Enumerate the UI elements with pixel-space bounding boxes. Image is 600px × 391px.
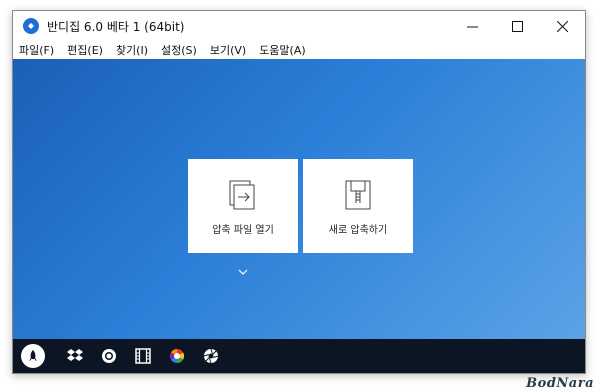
window-controls — [450, 11, 585, 41]
menu-edit[interactable]: 편집(E) — [67, 42, 103, 58]
title-bar: 반디집 6.0 베타 1 (64bit) — [13, 11, 585, 41]
main-area: 압축 파일 열기 새로 압축하기 — [13, 59, 585, 339]
open-archive-icon — [228, 179, 258, 215]
aperture-icon[interactable] — [201, 346, 221, 366]
bottom-toolbar — [13, 339, 585, 373]
open-archive-label: 압축 파일 열기 — [212, 225, 274, 236]
zip-file-icon — [343, 179, 373, 215]
menu-bar: 파일(F) 편집(E) 찾기(I) 설정(S) 보기(V) 도움말(A) — [13, 41, 585, 59]
new-archive-label: 새로 압축하기 — [328, 225, 388, 236]
menu-help[interactable]: 도움말(A) — [259, 42, 305, 58]
close-button[interactable] — [540, 11, 585, 41]
watermark-text: BodNara — [526, 376, 594, 391]
window-title: 반디집 6.0 베타 1 (64bit) — [47, 19, 185, 34]
menu-find[interactable]: 찾기(I) — [116, 42, 148, 58]
bandizip-icon — [23, 18, 39, 34]
menu-settings[interactable]: 설정(S) — [161, 42, 197, 58]
open-archive-button[interactable]: 압축 파일 열기 — [188, 159, 298, 253]
chevron-down-icon[interactable] — [238, 260, 248, 279]
menu-view[interactable]: 보기(V) — [210, 42, 246, 58]
minimize-button[interactable] — [450, 11, 495, 41]
app-window: 반디집 6.0 베타 1 (64bit) 파일(F) 편집(E) 찾기(I) 설… — [12, 10, 586, 374]
film-icon[interactable] — [133, 346, 153, 366]
circle-icon[interactable] — [99, 346, 119, 366]
color-wheel-icon[interactable] — [167, 346, 187, 366]
maximize-button[interactable] — [495, 11, 540, 41]
rocket-icon[interactable] — [21, 344, 45, 368]
new-archive-button[interactable]: 새로 압축하기 — [303, 159, 413, 253]
dropbox-icon[interactable] — [65, 346, 85, 366]
menu-file[interactable]: 파일(F) — [19, 42, 54, 58]
